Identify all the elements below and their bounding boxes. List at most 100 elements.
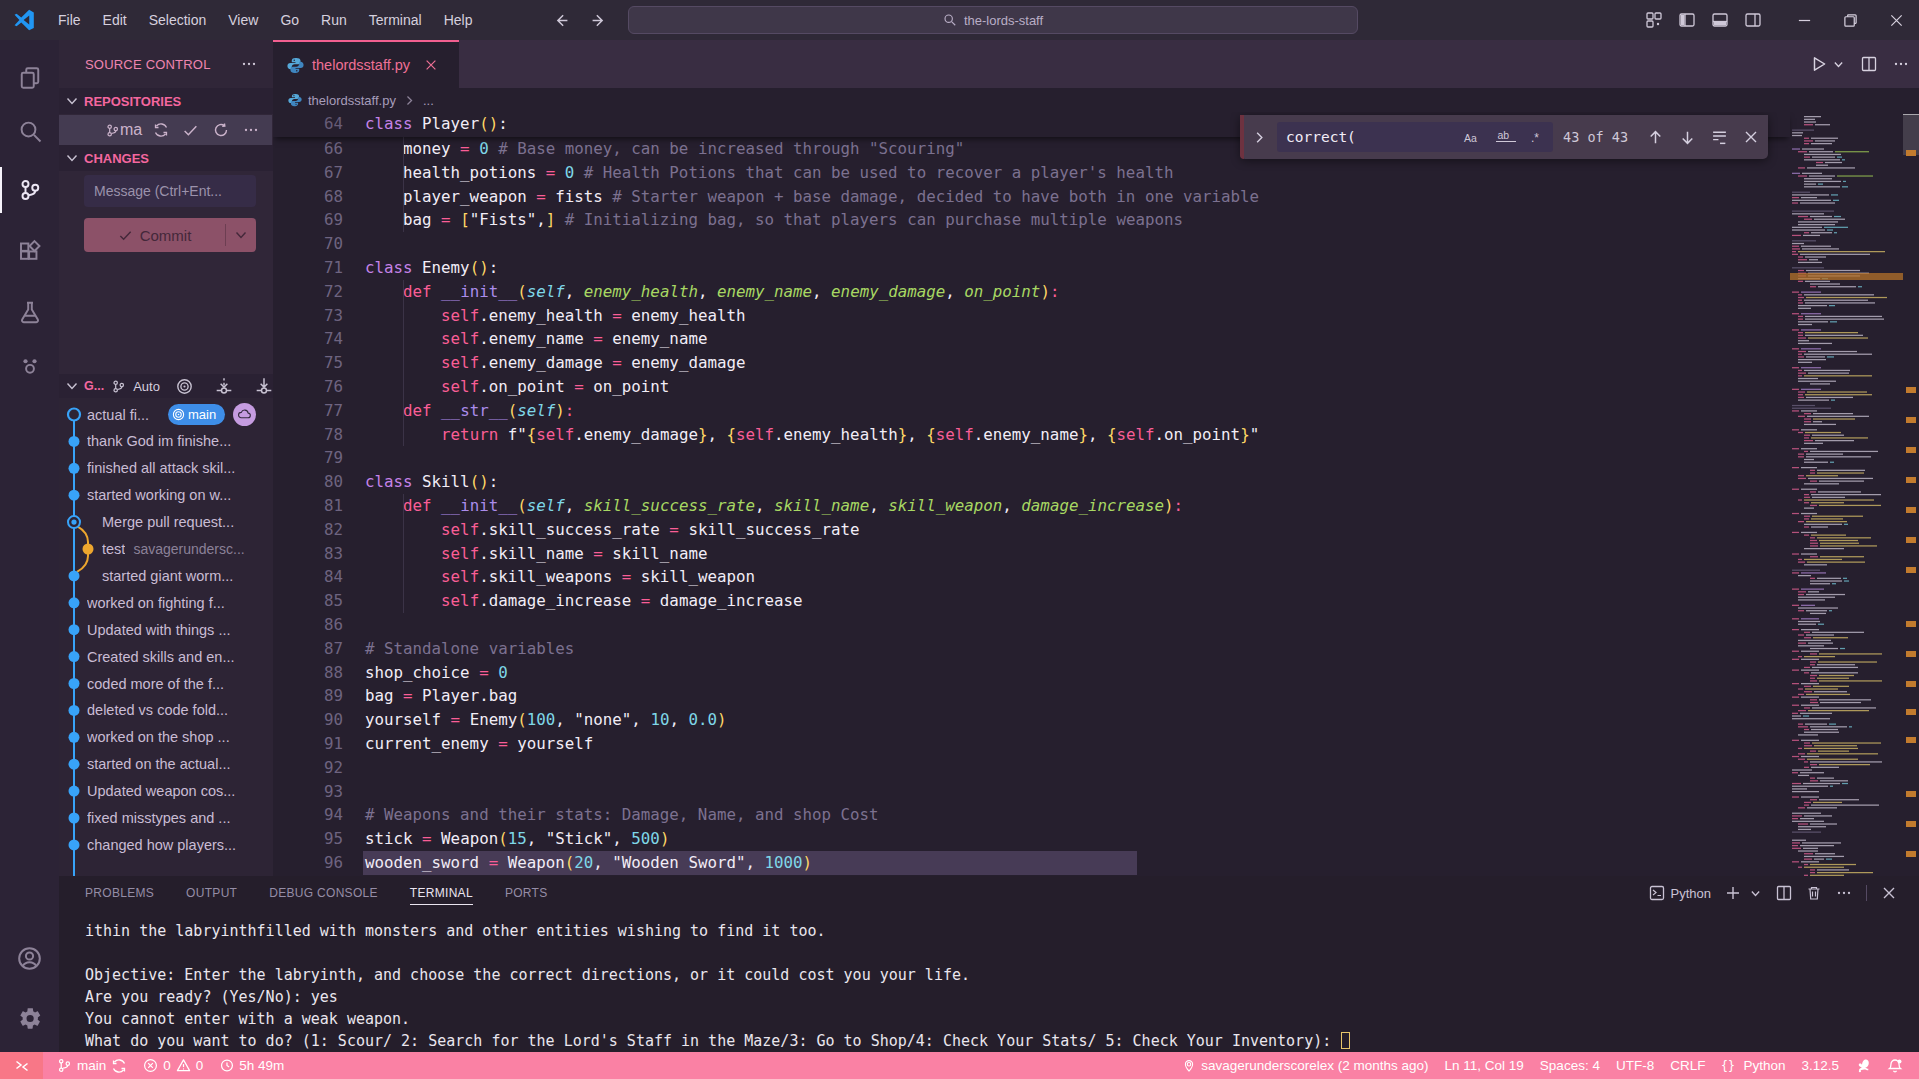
match-case-icon[interactable]: Aa	[1463, 130, 1485, 145]
menu-terminal[interactable]: Terminal	[358, 0, 433, 40]
commit-row[interactable]: fixed misstypes and ...	[59, 805, 273, 832]
tab-close-icon[interactable]	[424, 58, 438, 72]
commit-row[interactable]: started on the actual...	[59, 751, 273, 778]
menu-help[interactable]: Help	[433, 0, 484, 40]
commit-button[interactable]: Commit	[84, 218, 256, 252]
tab-thelordsstaff[interactable]: thelordsstaff.py	[273, 40, 459, 88]
commit-row[interactable]: finished all attack skil...	[59, 455, 273, 482]
find-in-selection-icon[interactable]	[1711, 129, 1728, 146]
go-back-icon[interactable]	[552, 12, 569, 29]
commit-row[interactable]: changed how players...	[59, 831, 273, 858]
sync-icon[interactable]	[153, 122, 169, 138]
status-pets[interactable]	[1847, 1052, 1879, 1079]
customize-layout-icon[interactable]	[1646, 12, 1662, 28]
section-changes[interactable]: CHANGES	[59, 145, 273, 171]
goto-head-icon[interactable]	[176, 378, 193, 395]
panel-tab-ports[interactable]: PORTS	[505, 876, 548, 910]
breadcrumb[interactable]: thelordsstaff.py ...	[273, 88, 1919, 112]
commit-message-input[interactable]	[84, 175, 256, 207]
whole-word-icon[interactable]: ab	[1495, 129, 1517, 145]
activity-source-control[interactable]	[0, 166, 59, 214]
status-notifications[interactable]	[1879, 1052, 1911, 1079]
commit-row[interactable]: thank God im finishe...	[59, 428, 273, 455]
run-dropdown-icon[interactable]	[1832, 58, 1845, 71]
activity-testing[interactable]	[0, 288, 59, 336]
section-repositories[interactable]: REPOSITORIES	[59, 88, 273, 114]
commit-row[interactable]: testsavagerundersc...	[59, 536, 273, 563]
branch-badge-main[interactable]: main	[168, 404, 225, 425]
find-close-icon[interactable]	[1743, 129, 1759, 145]
regex-icon[interactable]: .*	[1527, 130, 1545, 145]
find-resize-sash[interactable]	[1240, 115, 1244, 159]
status-python-version[interactable]: 3.12.5	[1793, 1052, 1847, 1079]
find-input[interactable]: correct( Aa ab .*	[1277, 122, 1553, 152]
menu-file[interactable]: File	[47, 0, 92, 40]
menu-selection[interactable]: Selection	[138, 0, 218, 40]
status-branch[interactable]: main	[49, 1052, 135, 1079]
status-cursor-position[interactable]: Ln 11, Col 19	[1437, 1052, 1532, 1079]
status-problems[interactable]: 0 0	[135, 1052, 211, 1079]
activity-vscode-pets[interactable]	[0, 341, 59, 389]
breadcrumb-symbol[interactable]: ...	[423, 93, 434, 108]
terminal-output[interactable]: ithin the labryinthfilled with monsters …	[85, 920, 1350, 1052]
run-python-file-icon[interactable]	[1810, 55, 1828, 73]
menu-edit[interactable]: Edit	[92, 0, 138, 40]
toggle-replace-icon[interactable]	[1252, 130, 1267, 145]
menu-go[interactable]: Go	[269, 0, 310, 40]
overview-ruler[interactable]	[1903, 112, 1919, 876]
toggle-sidebar-icon[interactable]	[1679, 12, 1695, 28]
commit-row[interactable]: worked on fighting f...	[59, 589, 273, 616]
panel-close-icon[interactable]	[1881, 885, 1897, 901]
kill-terminal-icon[interactable]	[1806, 885, 1822, 901]
code-editor[interactable]: 66 money = 0 # Base money, can be increa…	[273, 112, 1919, 876]
commit-row[interactable]: started giant worm...	[59, 562, 273, 589]
status-encoding[interactable]: UTF-8	[1608, 1052, 1662, 1079]
commit-row[interactable]: worked on the shop ...	[59, 724, 273, 751]
commit-row[interactable]: coded more of the f...	[59, 670, 273, 697]
activity-accounts[interactable]	[0, 934, 59, 982]
toggle-secondary-sidebar-icon[interactable]	[1745, 12, 1761, 28]
close-button[interactable]	[1873, 0, 1919, 40]
status-eol[interactable]: CRLF	[1662, 1052, 1713, 1079]
status-indentation[interactable]: Spaces: 4	[1532, 1052, 1608, 1079]
commit-row[interactable]: actual fi...main	[59, 401, 273, 428]
repo-more-icon[interactable]	[243, 122, 259, 138]
activity-search[interactable]	[0, 107, 59, 155]
commit-check-icon[interactable]	[182, 122, 199, 139]
activity-settings[interactable]	[0, 994, 59, 1042]
command-center-search[interactable]: the-lords-staff	[628, 6, 1358, 34]
panel-tab-output[interactable]: OUTPUT	[186, 876, 237, 910]
sidebar-more-actions-icon[interactable]	[241, 56, 257, 72]
toggle-panel-icon[interactable]	[1712, 12, 1728, 28]
split-editor-icon[interactable]	[1861, 56, 1877, 72]
terminal-dropdown-icon[interactable]	[1749, 887, 1762, 900]
repository-row[interactable]: ma	[59, 115, 272, 145]
status-blame[interactable]: savagerunderscorelex (2 months ago)	[1174, 1052, 1436, 1079]
commit-dropdown-icon[interactable]	[226, 227, 256, 243]
graph-auto-toggle[interactable]: Auto	[106, 379, 160, 394]
go-forward-icon[interactable]	[591, 12, 608, 29]
commit-row[interactable]: Updated weapon cos...	[59, 778, 273, 805]
commit-row[interactable]: Updated with things ...	[59, 616, 273, 643]
panel-tab-debug-console[interactable]: DEBUG CONSOLE	[269, 876, 378, 910]
panel-tab-terminal[interactable]: TERMINAL	[410, 876, 473, 910]
panel-more-icon[interactable]	[1836, 885, 1852, 901]
new-terminal-icon[interactable]	[1725, 885, 1741, 901]
restore-button[interactable]	[1827, 0, 1873, 40]
minimap[interactable]	[1790, 112, 1903, 876]
commit-row[interactable]: deleted vs code fold...	[59, 697, 273, 724]
scrollbar-slider[interactable]	[1903, 114, 1919, 155]
editor-more-icon[interactable]	[1893, 56, 1909, 72]
panel-tab-problems[interactable]: PROBLEMS	[85, 876, 154, 910]
status-timer[interactable]: 5h 49m	[211, 1052, 292, 1079]
activity-extensions[interactable]	[0, 227, 59, 275]
menu-view[interactable]: View	[217, 0, 269, 40]
fetch-icon[interactable]	[215, 377, 233, 395]
terminal-profile-label[interactable]: Python	[1671, 886, 1711, 901]
split-terminal-icon[interactable]	[1776, 885, 1792, 901]
activity-explorer[interactable]	[0, 54, 59, 102]
commit-row[interactable]: Created skills and en...	[59, 643, 273, 670]
commit-row[interactable]: started working on w...	[59, 482, 273, 509]
refresh-icon[interactable]	[213, 122, 229, 138]
commit-row[interactable]: Merge pull request...	[59, 509, 273, 536]
